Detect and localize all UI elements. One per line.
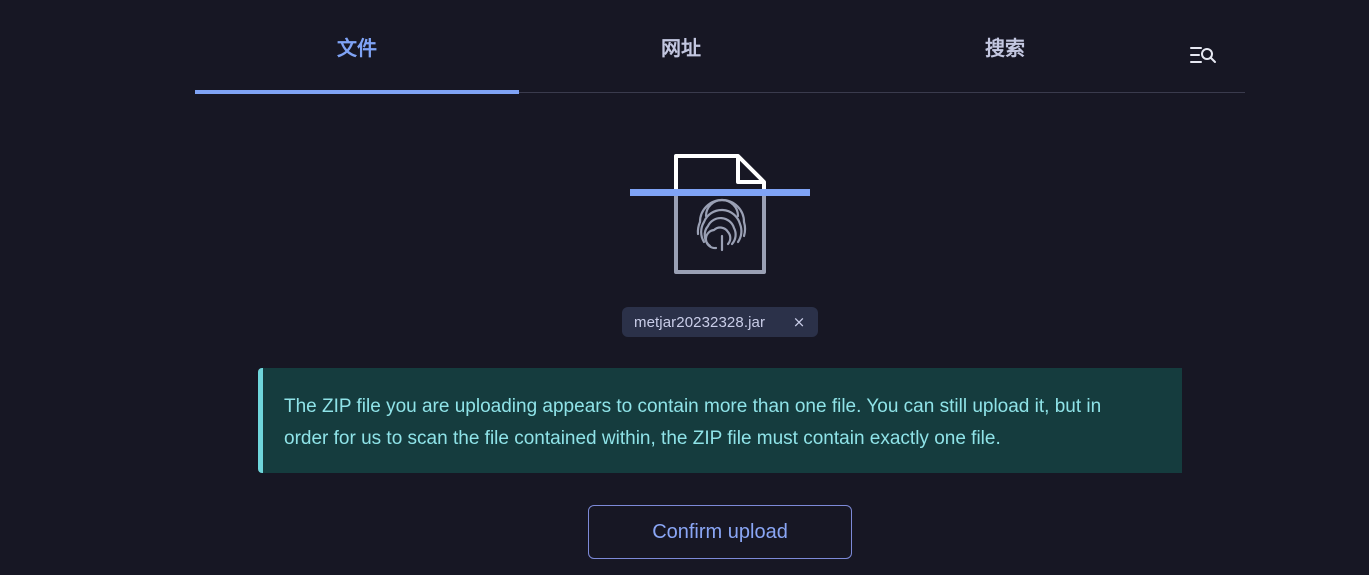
tab-search[interactable]: 搜索 [843, 0, 1167, 92]
selected-file-chip: metjar20232328.jar × [622, 307, 818, 337]
warning-message: The ZIP file you are uploading appears t… [284, 396, 1102, 449]
tab-files[interactable]: 文件 [195, 0, 519, 94]
tab-url[interactable]: 网址 [519, 0, 843, 92]
selected-file-name: metjar20232328.jar [634, 313, 766, 331]
fingerprint-document-icon [628, 152, 812, 278]
multiple-files-warning: The ZIP file you are uploading appears t… [258, 368, 1182, 473]
close-icon[interactable]: × [790, 313, 808, 331]
search-list-icon[interactable] [1189, 44, 1219, 68]
upload-tabs: 文件 网址 搜索 [195, 0, 1245, 94]
confirm-upload-button[interactable]: Confirm upload [588, 505, 852, 559]
